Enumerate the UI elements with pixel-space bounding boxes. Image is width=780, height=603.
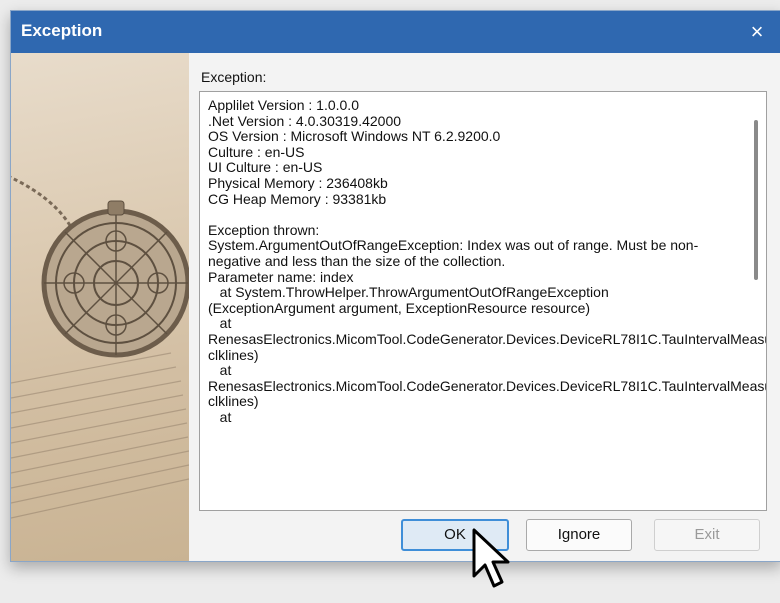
title-bar: Exception × [11,11,780,53]
vertical-scrollbar[interactable] [754,120,758,280]
ignore-button[interactable]: Ignore [526,519,632,551]
exception-details-text: Applilet Version : 1.0.0.0 .Net Version … [208,97,766,425]
close-icon[interactable]: × [739,15,775,49]
mouse-pointer-icon [472,528,510,588]
content-area: Exception: Applilet Version : 1.0.0.0 .N… [189,53,780,561]
exception-label: Exception: [201,69,267,85]
exception-dialog: Exception × Exception: Applilet Version … [10,10,780,562]
exception-text-box[interactable]: Applilet Version : 1.0.0.0 .Net Version … [199,91,767,511]
exit-button[interactable]: Exit [654,519,760,551]
pocket-watch-image [11,53,189,561]
window-title: Exception [21,21,103,40]
